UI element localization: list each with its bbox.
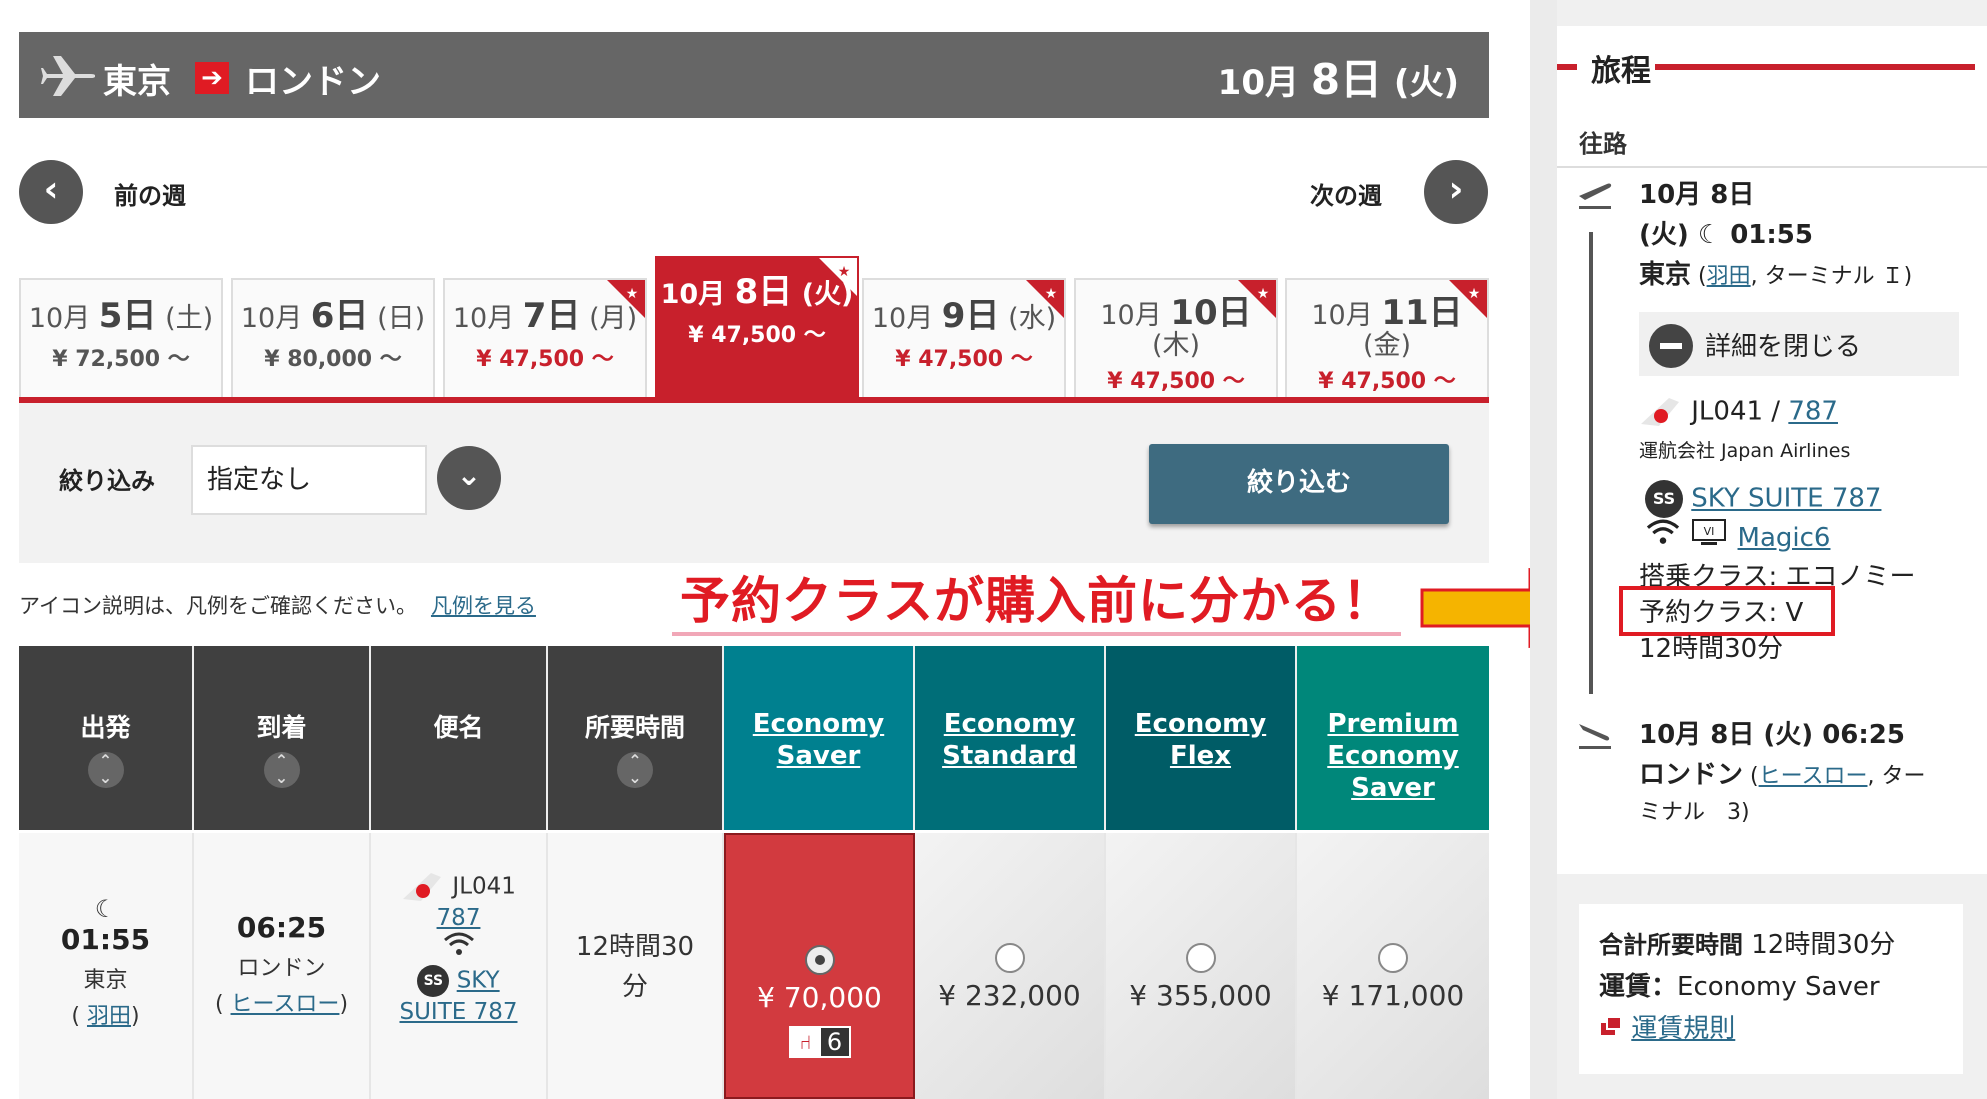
route-date: 10月 8日 (火)	[1217, 55, 1459, 104]
sky-suite-link-2[interactable]: SUITE 787	[399, 999, 517, 1025]
fare-header-premium-economy-saver[interactable]: Premium Economy Saver	[1297, 646, 1489, 830]
flight-search-main: 東京 ➔ ロンドン 10月 8日 (火) ‹ 前の週 次の週 › 10月 5日 …	[0, 0, 1610, 1099]
svg-text:VI: VI	[1704, 525, 1715, 538]
route-header: 東京 ➔ ロンドン 10月 8日 (火)	[19, 32, 1489, 118]
col-header-departure[interactable]: 出発 ⌃ ⌄	[19, 646, 194, 830]
outbound-label: 往路	[1579, 130, 1627, 158]
fare-cell-economy-standard[interactable]: ¥ 232,000	[915, 833, 1106, 1099]
date-tab-oct5[interactable]: 10月 5日 (土) ¥ 72,500 ～	[19, 278, 223, 397]
apply-filter-button[interactable]: 絞り込む	[1149, 444, 1449, 524]
fare-header-economy-flex[interactable]: Economy Flex	[1106, 646, 1297, 830]
external-window-icon	[1601, 1016, 1622, 1035]
fare-header-economy-standard[interactable]: Economy Standard	[915, 646, 1106, 830]
filter-panel: 絞り込み 指定なし ⌄ 絞り込む	[19, 403, 1489, 563]
side-sky-suite-link[interactable]: SKY SUITE 787	[1691, 484, 1881, 514]
legend-link[interactable]: 凡例を見る	[431, 594, 536, 618]
fare-header-economy-saver[interactable]: Economy Saver	[724, 646, 915, 830]
layout-gutter	[1530, 0, 1557, 1099]
chevron-down-icon[interactable]: ⌄	[437, 446, 501, 510]
lowest-fare-star-icon: ★	[819, 258, 857, 296]
seats-left-badge: ⑁ 6	[788, 1026, 851, 1058]
date-tab-oct8-selected[interactable]: ★ 10月 8日 (火) ¥ 47,500 ～	[655, 256, 859, 397]
monitor-icon: VI	[1692, 519, 1727, 545]
seat-icon: ⑁	[790, 1028, 821, 1056]
minus-circle-icon	[1649, 324, 1693, 368]
legend-text: アイコン説明は、凡例をご確認ください。	[19, 594, 417, 618]
night-moon-icon: ☾	[94, 895, 117, 923]
itinerary-sidebar: 旅程 往路 10月 8日 (火) ☾ 01:55 東京 (羽田, ターミナル Ｉ…	[1557, 0, 1987, 1099]
fare-cell-premium-economy-saver[interactable]: ¥ 171,000	[1297, 833, 1489, 1099]
dep-airport-link[interactable]: 羽田	[87, 1004, 131, 1029]
date-tab-oct7[interactable]: ★ 10月 7日 (月) ¥ 47,500 ～	[443, 278, 647, 397]
wifi-icon	[371, 931, 546, 963]
date-tab-oct11[interactable]: ★ 10月 11日 (金) ¥ 47,500 ～	[1285, 278, 1489, 397]
lowest-fare-star-icon: ★	[1026, 280, 1064, 318]
cell-duration: 12時間30 分	[548, 833, 724, 1099]
fare-radio[interactable]	[1185, 943, 1216, 973]
itinerary-detail: 10月 8日 (火) ☾ 01:55 東京 (羽田, ターミナル Ｉ) 詳細を閉…	[1557, 166, 1987, 874]
svg-text:★: ★	[838, 264, 851, 280]
lowest-fare-star-icon: ★	[1449, 280, 1487, 318]
svg-text:★: ★	[1045, 286, 1058, 302]
fare-radio[interactable]	[1378, 943, 1408, 973]
arr-airport-link[interactable]: ヒースロー	[231, 992, 340, 1017]
cell-departure: ☾ 01:55 東京 ( 羽田)	[19, 833, 194, 1099]
airplane-icon	[41, 56, 95, 96]
fare-radio[interactable]	[994, 943, 1025, 973]
destination-city: ロンドン	[245, 62, 381, 102]
sky-suite-link[interactable]: SKY	[457, 968, 500, 994]
svg-text:★: ★	[1468, 286, 1481, 302]
route-arrow-icon: ➔	[195, 62, 229, 94]
filter-select[interactable]: 指定なし	[191, 445, 427, 515]
lowest-fare-star-icon: ★	[1238, 280, 1276, 318]
sky-suite-badge-icon: SS	[1645, 480, 1683, 518]
fare-cell-economy-saver-selected[interactable]: ¥ 70,000 ⑁ 6	[724, 833, 915, 1099]
icon-legend-note: アイコン説明は、凡例をご確認ください。 凡例を見る	[19, 590, 536, 620]
origin-city: 東京	[103, 62, 171, 102]
col-header-duration[interactable]: 所要時間 ⌃ ⌄	[548, 646, 724, 830]
date-tab-oct9[interactable]: ★ 10月 9日 (水) ¥ 47,500 ～	[862, 278, 1066, 397]
sort-icon[interactable]: ⌃ ⌄	[617, 752, 653, 788]
cell-arrival: 06:25 ロンドン ( ヒースロー)	[194, 833, 371, 1099]
fare-rules-link[interactable]: 運賃規則	[1631, 1014, 1735, 1044]
prev-week-label[interactable]: 前の週	[114, 176, 186, 211]
night-moon-icon: ☾	[1697, 220, 1722, 250]
jal-crane-logo-icon	[403, 873, 442, 901]
sort-icon[interactable]: ⌃ ⌄	[87, 752, 124, 788]
fare-summary-box: 合計所要時間 12時間30分 運賃：Economy Saver 運賃規則	[1579, 904, 1963, 1074]
magic-link[interactable]: Magic6	[1738, 523, 1831, 553]
itinerary-title: 旅程	[1587, 46, 1655, 90]
takeoff-icon	[1579, 183, 1612, 209]
col-header-flight: 便名	[371, 646, 548, 830]
landing-icon	[1579, 724, 1611, 749]
next-week-label[interactable]: 次の週	[1310, 176, 1382, 211]
close-details-button[interactable]: 詳細を閉じる	[1639, 312, 1959, 376]
lowest-fare-star-icon: ★	[607, 280, 645, 318]
itinerary-header: 旅程 往路	[1557, 26, 1987, 166]
side-aircraft-link[interactable]: 787	[1788, 397, 1838, 427]
itinerary-timeline	[1589, 232, 1593, 694]
wifi-icon	[1646, 519, 1680, 544]
col-header-arrival[interactable]: 到着 ⌃ ⌄	[194, 646, 371, 830]
cell-flight: JL041 787 SS SKY SUITE 787	[371, 833, 548, 1099]
next-week-button[interactable]: ›	[1424, 160, 1488, 224]
annotation-caption: 予約クラスが購入前に分かる！	[672, 570, 1401, 636]
jal-crane-logo-icon	[1641, 398, 1679, 426]
date-tab-oct10[interactable]: ★ 10月 10日 (木) ¥ 47,500 ～	[1074, 278, 1278, 397]
title-rule-right	[1655, 64, 1975, 70]
svg-text:★: ★	[1257, 286, 1270, 302]
side-arr-airport-link[interactable]: ヒースロー	[1759, 764, 1868, 789]
side-dep-airport-link[interactable]: 羽田	[1707, 264, 1751, 289]
prev-week-button[interactable]: ‹	[19, 160, 83, 224]
svg-text:★: ★	[626, 286, 639, 302]
title-rule-left	[1557, 64, 1577, 70]
aircraft-link[interactable]: 787	[437, 905, 481, 931]
fare-cell-economy-flex[interactable]: ¥ 355,000	[1106, 833, 1297, 1099]
sort-icon[interactable]: ⌃ ⌄	[263, 752, 300, 788]
fare-radio-selected[interactable]	[804, 945, 835, 975]
sky-suite-badge-icon: SS	[417, 965, 450, 997]
filter-label: 絞り込み	[59, 467, 155, 495]
date-tab-oct6[interactable]: 10月 6日 (日) ¥ 80,000 ～	[231, 278, 435, 397]
